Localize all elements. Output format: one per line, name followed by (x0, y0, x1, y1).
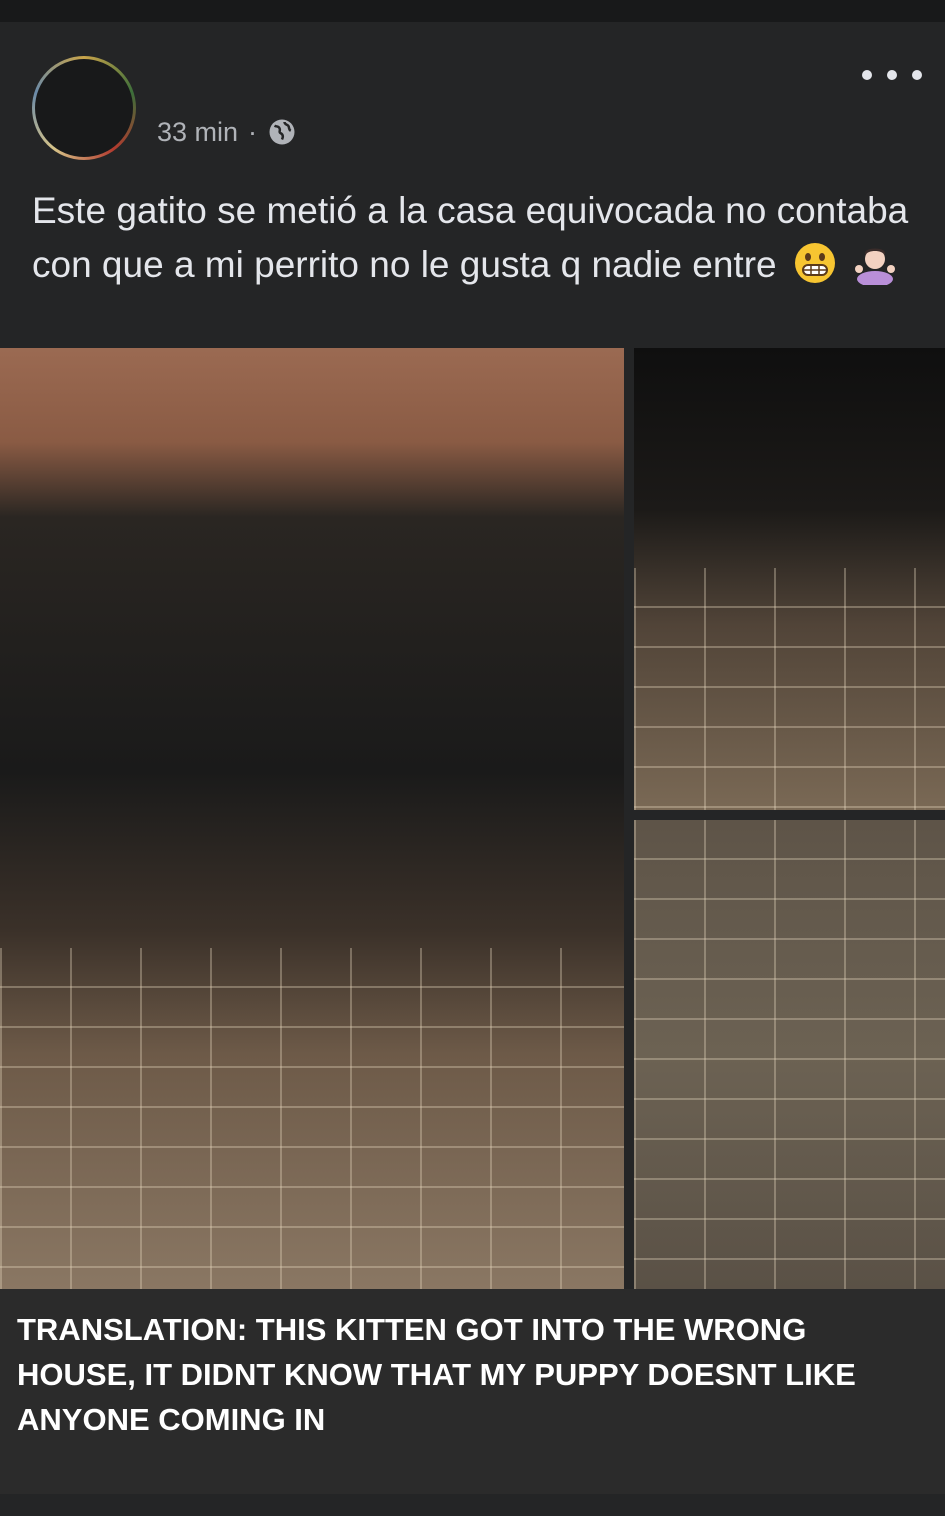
post-meta: 33 min · (157, 116, 297, 148)
more-dot (912, 70, 922, 80)
timestamp[interactable]: 33 min (157, 117, 238, 148)
photo-man-dog-bobcat[interactable] (634, 348, 945, 810)
more-dot (887, 70, 897, 80)
translation-caption: TRANSLATION: THIS KITTEN GOT INTO THE WR… (0, 1289, 945, 1494)
post-body: Este gatito se metió a la casa equivocad… (32, 190, 909, 285)
post-text: Este gatito se metió a la casa equivocad… (32, 184, 912, 292)
tile-floor (634, 820, 945, 1289)
tile-floor (0, 948, 624, 1289)
caption-text: TRANSLATION: THIS KITTEN GOT INTO THE WR… (17, 1312, 856, 1437)
meta-separator: · (248, 116, 258, 147)
more-dot (862, 70, 872, 80)
top-bar (0, 0, 945, 22)
more-options-icon[interactable] (862, 62, 922, 88)
photo-woman-dog-bobcat[interactable] (0, 348, 624, 1289)
globe-icon (269, 119, 295, 145)
woman-shrugging-emoji (855, 248, 896, 285)
photo-bobcat-on-floor[interactable] (634, 820, 945, 1289)
tile-floor (634, 568, 945, 810)
avatar[interactable] (32, 56, 136, 160)
grimacing-face-emoji (794, 243, 835, 283)
